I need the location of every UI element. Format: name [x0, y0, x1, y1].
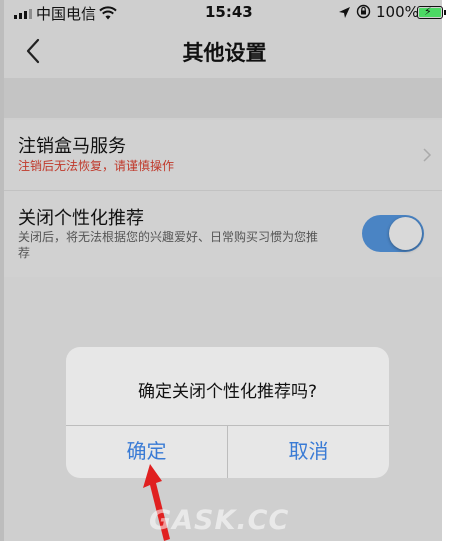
personalization-description: 关闭后，将无法根据您的兴趣爱好、日常购买习惯为您推荐	[18, 230, 319, 260]
battery-percent: 100%	[376, 3, 419, 21]
personalization-toggle[interactable]	[362, 215, 424, 252]
cancel-button[interactable]: 取消	[228, 426, 389, 478]
personalization-row: 关闭个性化推荐 关闭后，将无法根据您的兴趣爱好、日常购买习惯为您推荐	[4, 190, 442, 277]
deregister-title: 注销盒马服务	[18, 136, 126, 157]
deregister-warning: 注销后无法恢复，请谨慎操作	[18, 159, 175, 173]
battery-charging-icon: ⚡	[417, 5, 446, 19]
toggle-knob	[389, 217, 422, 250]
orientation-lock-icon	[356, 4, 371, 19]
deregister-service-row[interactable]: 注销盒马服务 注销后无法恢复，请谨慎操作	[4, 120, 442, 190]
wifi-icon	[99, 6, 117, 20]
carrier-label: 中国电信	[36, 5, 97, 23]
personalization-title: 关闭个性化推荐	[18, 208, 144, 229]
signal-icon	[14, 9, 32, 19]
nav-bar: 其他设置	[0, 26, 449, 78]
page-title: 其他设置	[182, 41, 267, 65]
status-bar: 中国电信 15:43 100% ⚡	[0, 0, 449, 26]
right-edge	[442, 0, 449, 541]
phone-screen: 中国电信 15:43 100% ⚡ 其他设置 注销盒马服务 注销后无法恢复，请谨…	[0, 0, 449, 541]
dialog-message: 确定关闭个性化推荐吗?	[137, 382, 318, 402]
section-spacer	[4, 78, 442, 118]
watermark: GASK.CC	[149, 505, 290, 536]
clock: 15:43	[205, 3, 253, 21]
chevron-right-icon	[423, 148, 432, 162]
location-icon	[339, 7, 350, 18]
confirm-dialog: 确定关闭个性化推荐吗? 确定 取消	[66, 347, 389, 478]
